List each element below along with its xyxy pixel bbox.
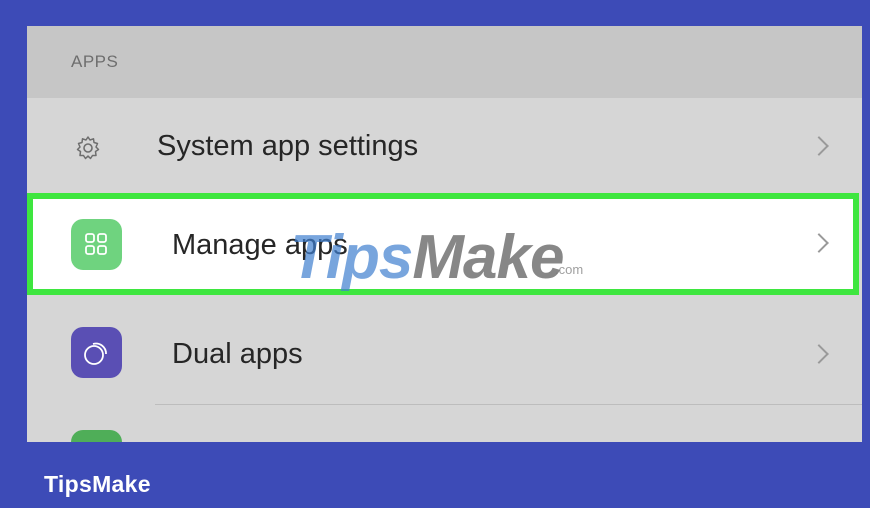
section-header: APPS: [27, 26, 862, 98]
partial-app-icon: [71, 430, 122, 442]
overlapping-circles-icon: [84, 342, 107, 365]
settings-screen: APPS System app settings Manage apps Dua…: [27, 26, 862, 442]
manage-apps-icon: [71, 219, 122, 270]
chevron-right-icon: [809, 233, 829, 253]
row-label: Dual apps: [172, 338, 303, 370]
dual-apps-icon: [71, 327, 122, 378]
chevron-right-icon: [809, 344, 829, 364]
row-label: System app settings: [157, 130, 419, 162]
row-label: Manage apps: [172, 229, 348, 261]
section-header-label: APPS: [71, 52, 119, 71]
row-divider: [155, 404, 862, 405]
grid-icon: [85, 233, 107, 255]
settings-row-dual-apps[interactable]: Dual apps: [27, 301, 862, 401]
gear-icon: [76, 136, 100, 160]
settings-row-manage-apps[interactable]: Manage apps: [27, 193, 862, 295]
footer-logo: TipsMake: [44, 471, 151, 497]
image-frame: APPS System app settings Manage apps Dua…: [0, 0, 870, 508]
settings-row-system-app-settings[interactable]: System app settings: [27, 98, 862, 193]
chevron-right-icon: [809, 136, 829, 156]
